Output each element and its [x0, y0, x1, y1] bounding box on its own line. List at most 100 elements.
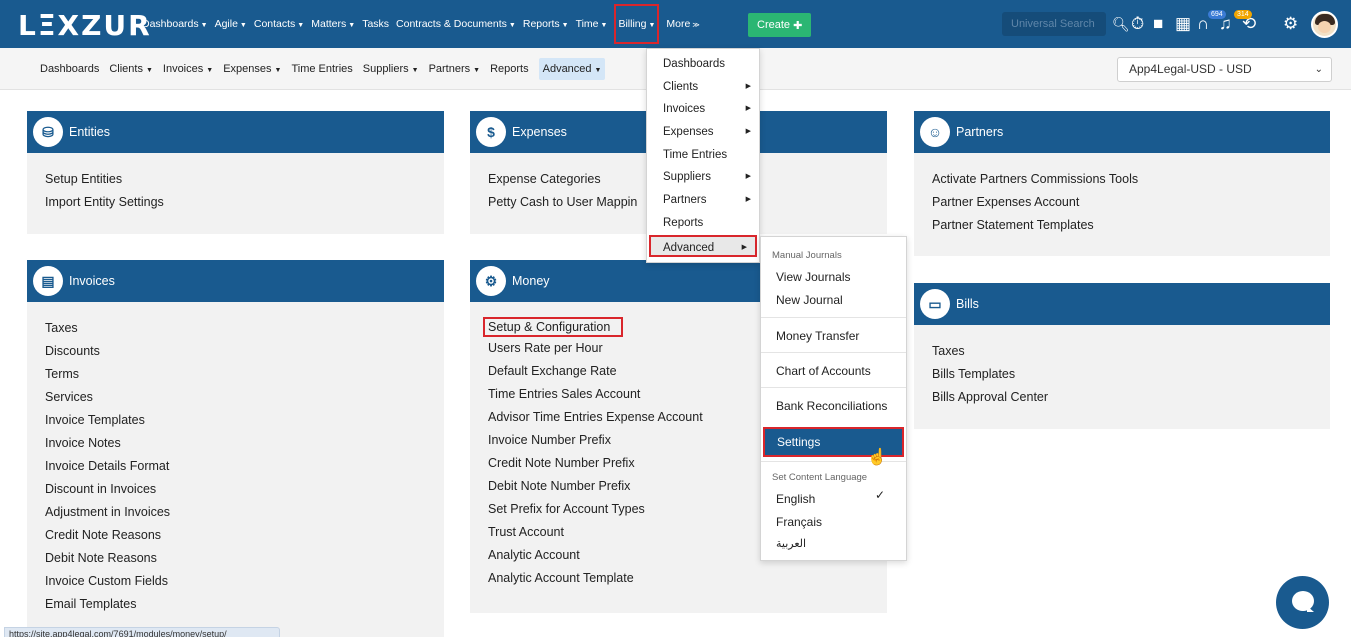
nav-label: Time: [575, 18, 599, 30]
subnav-partners[interactable]: Partners ▼: [429, 63, 481, 75]
caret-down-icon: ▼: [411, 67, 419, 74]
subnav-clients[interactable]: Clients ▼: [109, 63, 153, 75]
language-french[interactable]: Français: [776, 515, 822, 529]
link-invoice-templates[interactable]: Invoice Templates: [45, 409, 440, 432]
caret-down-icon: ▼: [473, 67, 481, 74]
partners-card: ☺ Partners Activate Partners Commissions…: [914, 111, 1330, 256]
gear-icon[interactable]: ⚙: [1283, 14, 1298, 34]
menu-item-partners[interactable]: Partners ▶: [647, 189, 759, 212]
card-header: ▤ Invoices: [27, 260, 444, 302]
subnav-expenses[interactable]: Expenses ▼: [223, 63, 281, 75]
caret-down-icon: ▼: [594, 67, 602, 74]
link-import-entity-settings[interactable]: Import Entity Settings: [45, 191, 440, 214]
subnav-invoices[interactable]: Invoices ▼: [163, 63, 213, 75]
menu-item-suppliers[interactable]: Suppliers ▶: [647, 166, 759, 189]
double-chevron-down-icon: ≫: [692, 22, 700, 29]
link-discount-in-invoices[interactable]: Discount in Invoices: [45, 478, 440, 501]
subnav-label: Expenses: [223, 63, 272, 75]
subnav-label: Dashboards: [40, 63, 100, 75]
link-terms[interactable]: Terms: [45, 363, 440, 386]
menu-item-advanced[interactable]: Advanced ▶: [649, 234, 757, 258]
hand-pointer-icon: ☝: [867, 449, 887, 466]
nav-more[interactable]: More ≫: [666, 18, 699, 30]
language-english[interactable]: English: [776, 492, 815, 506]
notifications-badge: 694: [1208, 10, 1226, 19]
nav-label: Contracts & Documents: [396, 18, 507, 30]
link-taxes[interactable]: Taxes: [45, 317, 440, 340]
caret-down-icon: ▼: [348, 22, 356, 29]
link-adjustment-in-invoices[interactable]: Adjustment in Invoices: [45, 501, 440, 524]
menu-item-new-journal[interactable]: New Journal: [776, 293, 843, 307]
invoices-card: ▤ Invoices Taxes Discounts Terms Service…: [27, 260, 444, 637]
entities-icon: ⛁: [33, 117, 63, 147]
nav-label: More: [666, 18, 691, 30]
divider: [761, 352, 906, 353]
subnav-suppliers[interactable]: Suppliers ▼: [363, 63, 419, 75]
card-header: ▭ Bills: [914, 283, 1330, 325]
calendar-icon[interactable]: ▦: [1175, 14, 1191, 34]
chat-widget-button[interactable]: [1276, 576, 1329, 629]
link-bills-taxes[interactable]: Taxes: [932, 340, 1326, 363]
menu-item-dashboards[interactable]: Dashboards: [647, 53, 759, 76]
currency-select[interactable]: App4Legal-USD - USD ⌄: [1117, 57, 1332, 82]
link-bills-templates[interactable]: Bills Templates: [932, 363, 1326, 386]
link-invoice-details-format[interactable]: Invoice Details Format: [45, 455, 440, 478]
users-icon: ☺: [920, 117, 950, 147]
link-email-templates[interactable]: Email Templates: [45, 593, 440, 616]
nav-contacts[interactable]: Contacts ▼: [254, 18, 304, 30]
menu-item-bank-reconciliations[interactable]: Bank Reconciliations: [776, 399, 887, 413]
link-partner-expenses-account[interactable]: Partner Expenses Account: [932, 191, 1326, 214]
menu-item-view-journals[interactable]: View Journals: [776, 270, 850, 284]
create-label: Create: [757, 19, 791, 31]
nav-agile[interactable]: Agile ▼: [215, 18, 247, 30]
universal-search-input[interactable]: Universal Search: [1002, 12, 1106, 36]
link-invoice-notes[interactable]: Invoice Notes: [45, 432, 440, 455]
lexzur-logo[interactable]: LΞXZUR: [18, 9, 152, 42]
caret-down-icon: ▼: [648, 22, 656, 29]
link-discounts[interactable]: Discounts: [45, 340, 440, 363]
link-partner-statement-templates[interactable]: Partner Statement Templates: [932, 214, 1326, 237]
link-setup-entities[interactable]: Setup Entities: [45, 168, 440, 191]
nav-contracts-documents[interactable]: Contracts & Documents ▼: [396, 18, 516, 30]
manual-journals-header: Manual Journals: [772, 250, 842, 261]
link-activate-partners-commissions[interactable]: Activate Partners Commissions Tools: [932, 168, 1326, 191]
nav-time[interactable]: Time ▼: [576, 18, 608, 30]
nav-tasks[interactable]: Tasks: [362, 18, 389, 30]
divider: [761, 317, 906, 318]
menu-item-expenses[interactable]: Expenses ▶: [647, 121, 759, 144]
link-services[interactable]: Services: [45, 386, 440, 409]
card-links: Activate Partners Commissions Tools Part…: [932, 168, 1326, 237]
link-debit-note-reasons[interactable]: Debit Note Reasons: [45, 547, 440, 570]
menu-label: Clients: [663, 80, 699, 93]
subnav-dashboards[interactable]: Dashboards: [40, 63, 99, 75]
link-credit-note-reasons[interactable]: Credit Note Reasons: [45, 524, 440, 547]
menu-item-clients[interactable]: Clients ▶: [647, 76, 759, 99]
headset-icon[interactable]: ∩: [1197, 14, 1209, 34]
nav-billing[interactable]: Billing ▼: [614, 4, 660, 44]
stopwatch-icon[interactable]: ⏱︎: [1131, 14, 1144, 34]
subnav-reports[interactable]: Reports: [490, 63, 529, 75]
user-avatar[interactable]: [1311, 11, 1338, 38]
menu-item-invoices[interactable]: Invoices ▶: [647, 98, 759, 121]
caret-right-icon: ▶: [745, 196, 751, 204]
create-button[interactable]: Create ✚: [748, 13, 812, 37]
link-bills-approval-center[interactable]: Bills Approval Center: [932, 386, 1326, 409]
nav-dashboards[interactable]: Dashboards ▼: [142, 18, 208, 30]
menu-label: Partners: [663, 194, 707, 207]
link-analytic-account-template[interactable]: Analytic Account Template: [488, 567, 883, 590]
link-setup-configuration[interactable]: Setup & Configuration: [483, 317, 624, 337]
subnav-advanced[interactable]: Advanced ▼: [538, 58, 606, 80]
subnav-time-entries[interactable]: Time Entries: [291, 63, 352, 75]
caret-down-icon: ▼: [200, 22, 208, 29]
link-invoice-custom-fields[interactable]: Invoice Custom Fields: [45, 570, 440, 593]
language-arabic[interactable]: العربية: [776, 537, 806, 550]
search-icon[interactable]: 🔍︎: [1112, 14, 1130, 34]
file-invoice-icon: ▤: [33, 266, 63, 296]
menu-item-time-entries[interactable]: Time Entries: [647, 144, 759, 167]
menu-item-money-transfer[interactable]: Money Transfer: [776, 329, 859, 343]
nav-matters[interactable]: Matters ▼: [311, 18, 355, 30]
menu-item-reports[interactable]: Reports: [647, 212, 759, 235]
nav-reports[interactable]: Reports ▼: [523, 18, 569, 30]
video-icon[interactable]: ■: [1153, 14, 1163, 34]
menu-item-chart-of-accounts[interactable]: Chart of Accounts: [776, 364, 871, 378]
